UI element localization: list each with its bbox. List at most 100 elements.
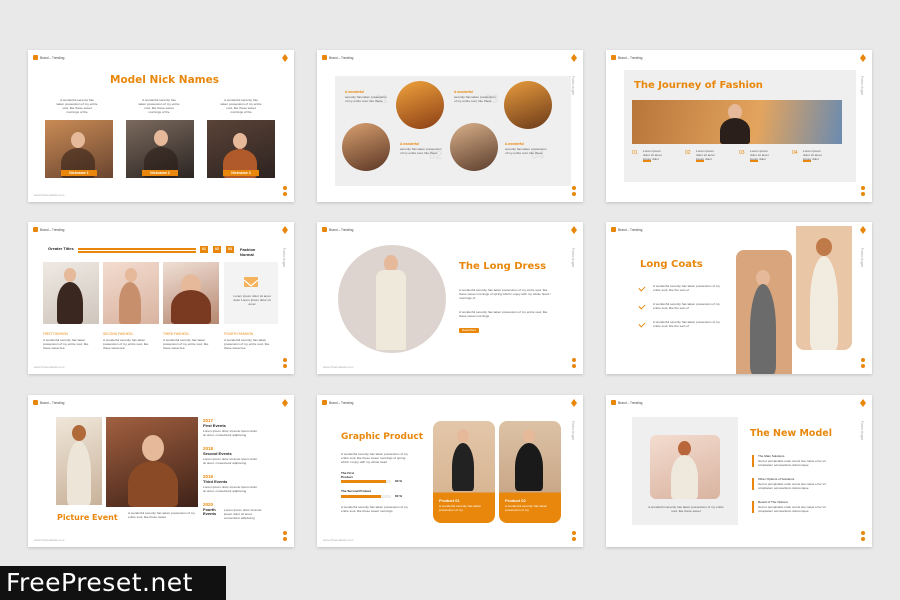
dress-circle-photo bbox=[338, 245, 446, 353]
step-bar-1 bbox=[643, 160, 651, 162]
nav-arrows-icon[interactable] bbox=[282, 226, 288, 234]
page-dot bbox=[572, 186, 576, 190]
product-text-2: A wonderful serenity has taken possessio… bbox=[505, 504, 548, 512]
brand: Brand – Trending bbox=[611, 55, 642, 60]
caption-text-2: A wonderful serenity has taken possessio… bbox=[103, 338, 149, 350]
slide-graphic-product[interactable]: Brand – Trending Fasha slugan Graphic Pr… bbox=[317, 395, 583, 547]
nav-arrows-icon[interactable] bbox=[860, 54, 866, 62]
page-dot bbox=[283, 186, 287, 190]
brand-logo bbox=[33, 227, 38, 232]
model-figure bbox=[452, 443, 474, 491]
slide-title: Long Coats bbox=[640, 259, 703, 270]
footer-url: www.Xtracodesite.com bbox=[323, 365, 354, 369]
model-head bbox=[72, 425, 86, 441]
page-dots bbox=[572, 184, 577, 196]
model-figure bbox=[57, 282, 83, 324]
page-dot bbox=[861, 358, 865, 362]
check-icon bbox=[638, 302, 646, 310]
vertical-text: Fasha slugan bbox=[571, 421, 575, 441]
side-title: Fashion Normal bbox=[240, 247, 256, 257]
model-head bbox=[457, 429, 469, 443]
caption-text-4: A wonderful serenity has taken possessio… bbox=[224, 338, 270, 350]
caption-4: FOURTH FASHION bbox=[224, 332, 254, 336]
vertical-text: Fasha slugan bbox=[860, 421, 864, 441]
head-4: A wonderful bbox=[505, 142, 524, 146]
circle-photo-2 bbox=[504, 81, 552, 129]
brand: Brand – Trending bbox=[611, 400, 642, 405]
brand-logo bbox=[611, 400, 616, 405]
bar-label-1: The First Product bbox=[341, 471, 355, 479]
event-caption: A wonderful serenity has taken possessio… bbox=[128, 511, 195, 519]
model-figure bbox=[810, 256, 838, 350]
nav-arrows-icon[interactable] bbox=[282, 54, 288, 62]
caption-3: THIRD FASHION bbox=[163, 332, 189, 336]
slide-long-coats[interactable]: Brand – Trending Fasha slugan Long Coats… bbox=[606, 222, 872, 374]
slide-title: The New Model bbox=[750, 428, 832, 439]
slide-greater-titles[interactable]: Brand – Trending Fasha slugan Greater Ti… bbox=[28, 222, 294, 374]
brand-label: Brand – Trending bbox=[618, 227, 643, 232]
model-head bbox=[678, 441, 691, 456]
model-head bbox=[71, 132, 85, 148]
caption-2: SECOND FASHION bbox=[103, 332, 133, 336]
slide-title: Graphic Product bbox=[341, 432, 424, 442]
brand-logo bbox=[322, 227, 327, 232]
nav-arrows-icon[interactable] bbox=[571, 226, 577, 234]
model-figure bbox=[376, 270, 406, 350]
circle-photo-4 bbox=[450, 123, 498, 171]
model-figure bbox=[67, 441, 91, 505]
page-dots bbox=[572, 529, 577, 541]
read-more-button[interactable]: Read More bbox=[459, 328, 479, 333]
slide-long-dress[interactable]: Brand – Trending Fasha slugan The Long D… bbox=[317, 222, 583, 374]
page-dots bbox=[283, 529, 288, 541]
step-bar-4 bbox=[803, 160, 811, 162]
slide-picture-event[interactable]: Brand – Trending Picture Event A wonderf… bbox=[28, 395, 294, 547]
model-figure bbox=[720, 118, 750, 144]
model-head bbox=[142, 435, 164, 461]
step-num-3: 03 bbox=[739, 150, 745, 156]
brand: Brand – Trending bbox=[611, 227, 642, 232]
box-02[interactable]: 02 bbox=[213, 246, 221, 253]
nav-arrows-icon[interactable] bbox=[860, 226, 866, 234]
brand-label: Brand – Trending bbox=[40, 55, 65, 60]
check-icon bbox=[638, 320, 646, 328]
banner-photo bbox=[632, 100, 842, 144]
page-dot bbox=[572, 531, 576, 535]
page-dot bbox=[572, 364, 576, 368]
box-03[interactable]: 03 bbox=[226, 246, 234, 253]
page-dot bbox=[861, 537, 865, 541]
page-dot bbox=[861, 531, 865, 535]
brand: Brand – Trending bbox=[322, 55, 353, 60]
slide-new-model[interactable]: Brand – Trending Fasha slugan A wonderfu… bbox=[606, 395, 872, 547]
vertical-text: Fasha slugan bbox=[571, 76, 575, 96]
nav-arrows-icon[interactable] bbox=[282, 399, 288, 407]
slide-circles[interactable]: Brand – Trending Fasha slugan 01 03 02 0… bbox=[317, 50, 583, 202]
nav-arrows-icon[interactable] bbox=[860, 399, 866, 407]
fashion-photo-2 bbox=[103, 262, 159, 324]
section-title: Greater Titles bbox=[48, 246, 74, 251]
page-dot bbox=[861, 192, 865, 196]
item-3: A wonderful serenity has taken possessio… bbox=[653, 320, 720, 328]
model-figure bbox=[515, 443, 543, 491]
nav-arrows-icon[interactable] bbox=[571, 54, 577, 62]
head-2: A wonderful bbox=[400, 142, 419, 146]
new-model-photo bbox=[650, 435, 720, 499]
item-marker bbox=[752, 478, 754, 490]
vertical-text: Fasha slugan bbox=[282, 248, 286, 268]
bar-label-2: The Second Product bbox=[341, 489, 372, 493]
slide-journey-of-fashion[interactable]: Brand – Trending Fasha slugan The Journe… bbox=[606, 50, 872, 202]
nav-arrows-icon[interactable] bbox=[571, 399, 577, 407]
model-head bbox=[154, 130, 168, 146]
nickname-label-2: Nickname 2 bbox=[142, 170, 178, 176]
item-2: A wonderful serenity has taken possessio… bbox=[653, 302, 720, 310]
slide-model-nick-names[interactable]: Brand – Trending Model Nick Names A wond… bbox=[28, 50, 294, 202]
text-4: serenity has taken possession of my enti… bbox=[505, 147, 547, 155]
brand-logo bbox=[322, 400, 327, 405]
page-dot bbox=[283, 192, 287, 196]
page-dot bbox=[572, 537, 576, 541]
page-dot bbox=[861, 186, 865, 190]
brand-label: Brand – Trending bbox=[618, 400, 643, 405]
brand-logo bbox=[322, 55, 327, 60]
fashion-photo-1 bbox=[43, 262, 99, 324]
box-01[interactable]: 01 bbox=[200, 246, 208, 253]
event-name-2: Second Events bbox=[203, 451, 232, 456]
